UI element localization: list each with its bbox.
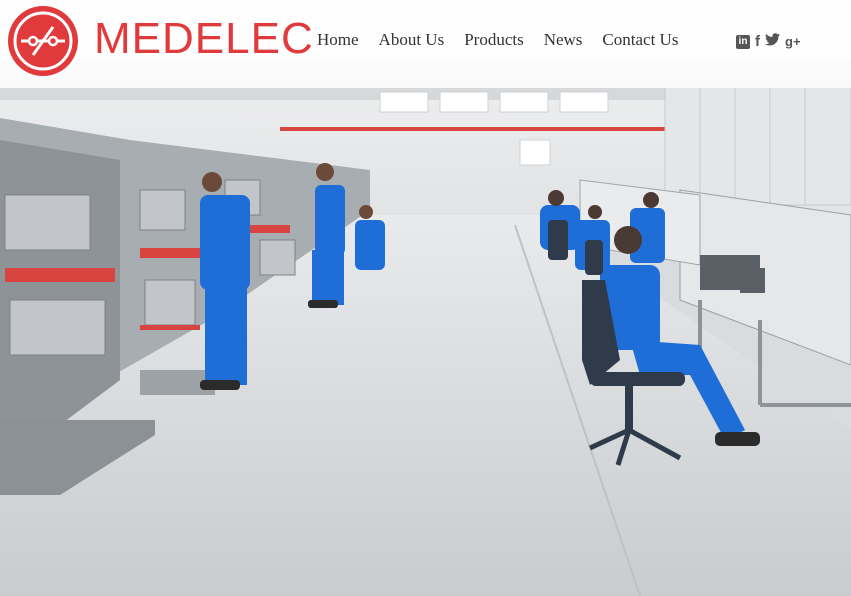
- main-nav: Home About Us Products News Contact Us: [317, 30, 698, 50]
- hero-image: [0, 0, 851, 596]
- nav-item-products[interactable]: Products: [464, 30, 524, 50]
- linkedin-icon[interactable]: in: [736, 35, 750, 49]
- nav-item-about-us[interactable]: About Us: [379, 30, 445, 50]
- site-header: MEDELEC Home About Us Products News Cont…: [0, 0, 851, 88]
- nav-item-contact-us[interactable]: Contact Us: [602, 30, 678, 50]
- brand-name[interactable]: MEDELEC: [94, 14, 314, 64]
- medelec-logo-icon[interactable]: [7, 5, 79, 77]
- twitter-icon[interactable]: [765, 33, 780, 51]
- nav-item-news[interactable]: News: [544, 30, 583, 50]
- google-plus-icon[interactable]: g+: [785, 35, 801, 49]
- social-links: in f g+: [736, 33, 806, 51]
- nav-item-home[interactable]: Home: [317, 30, 359, 50]
- facebook-icon[interactable]: f: [755, 34, 760, 49]
